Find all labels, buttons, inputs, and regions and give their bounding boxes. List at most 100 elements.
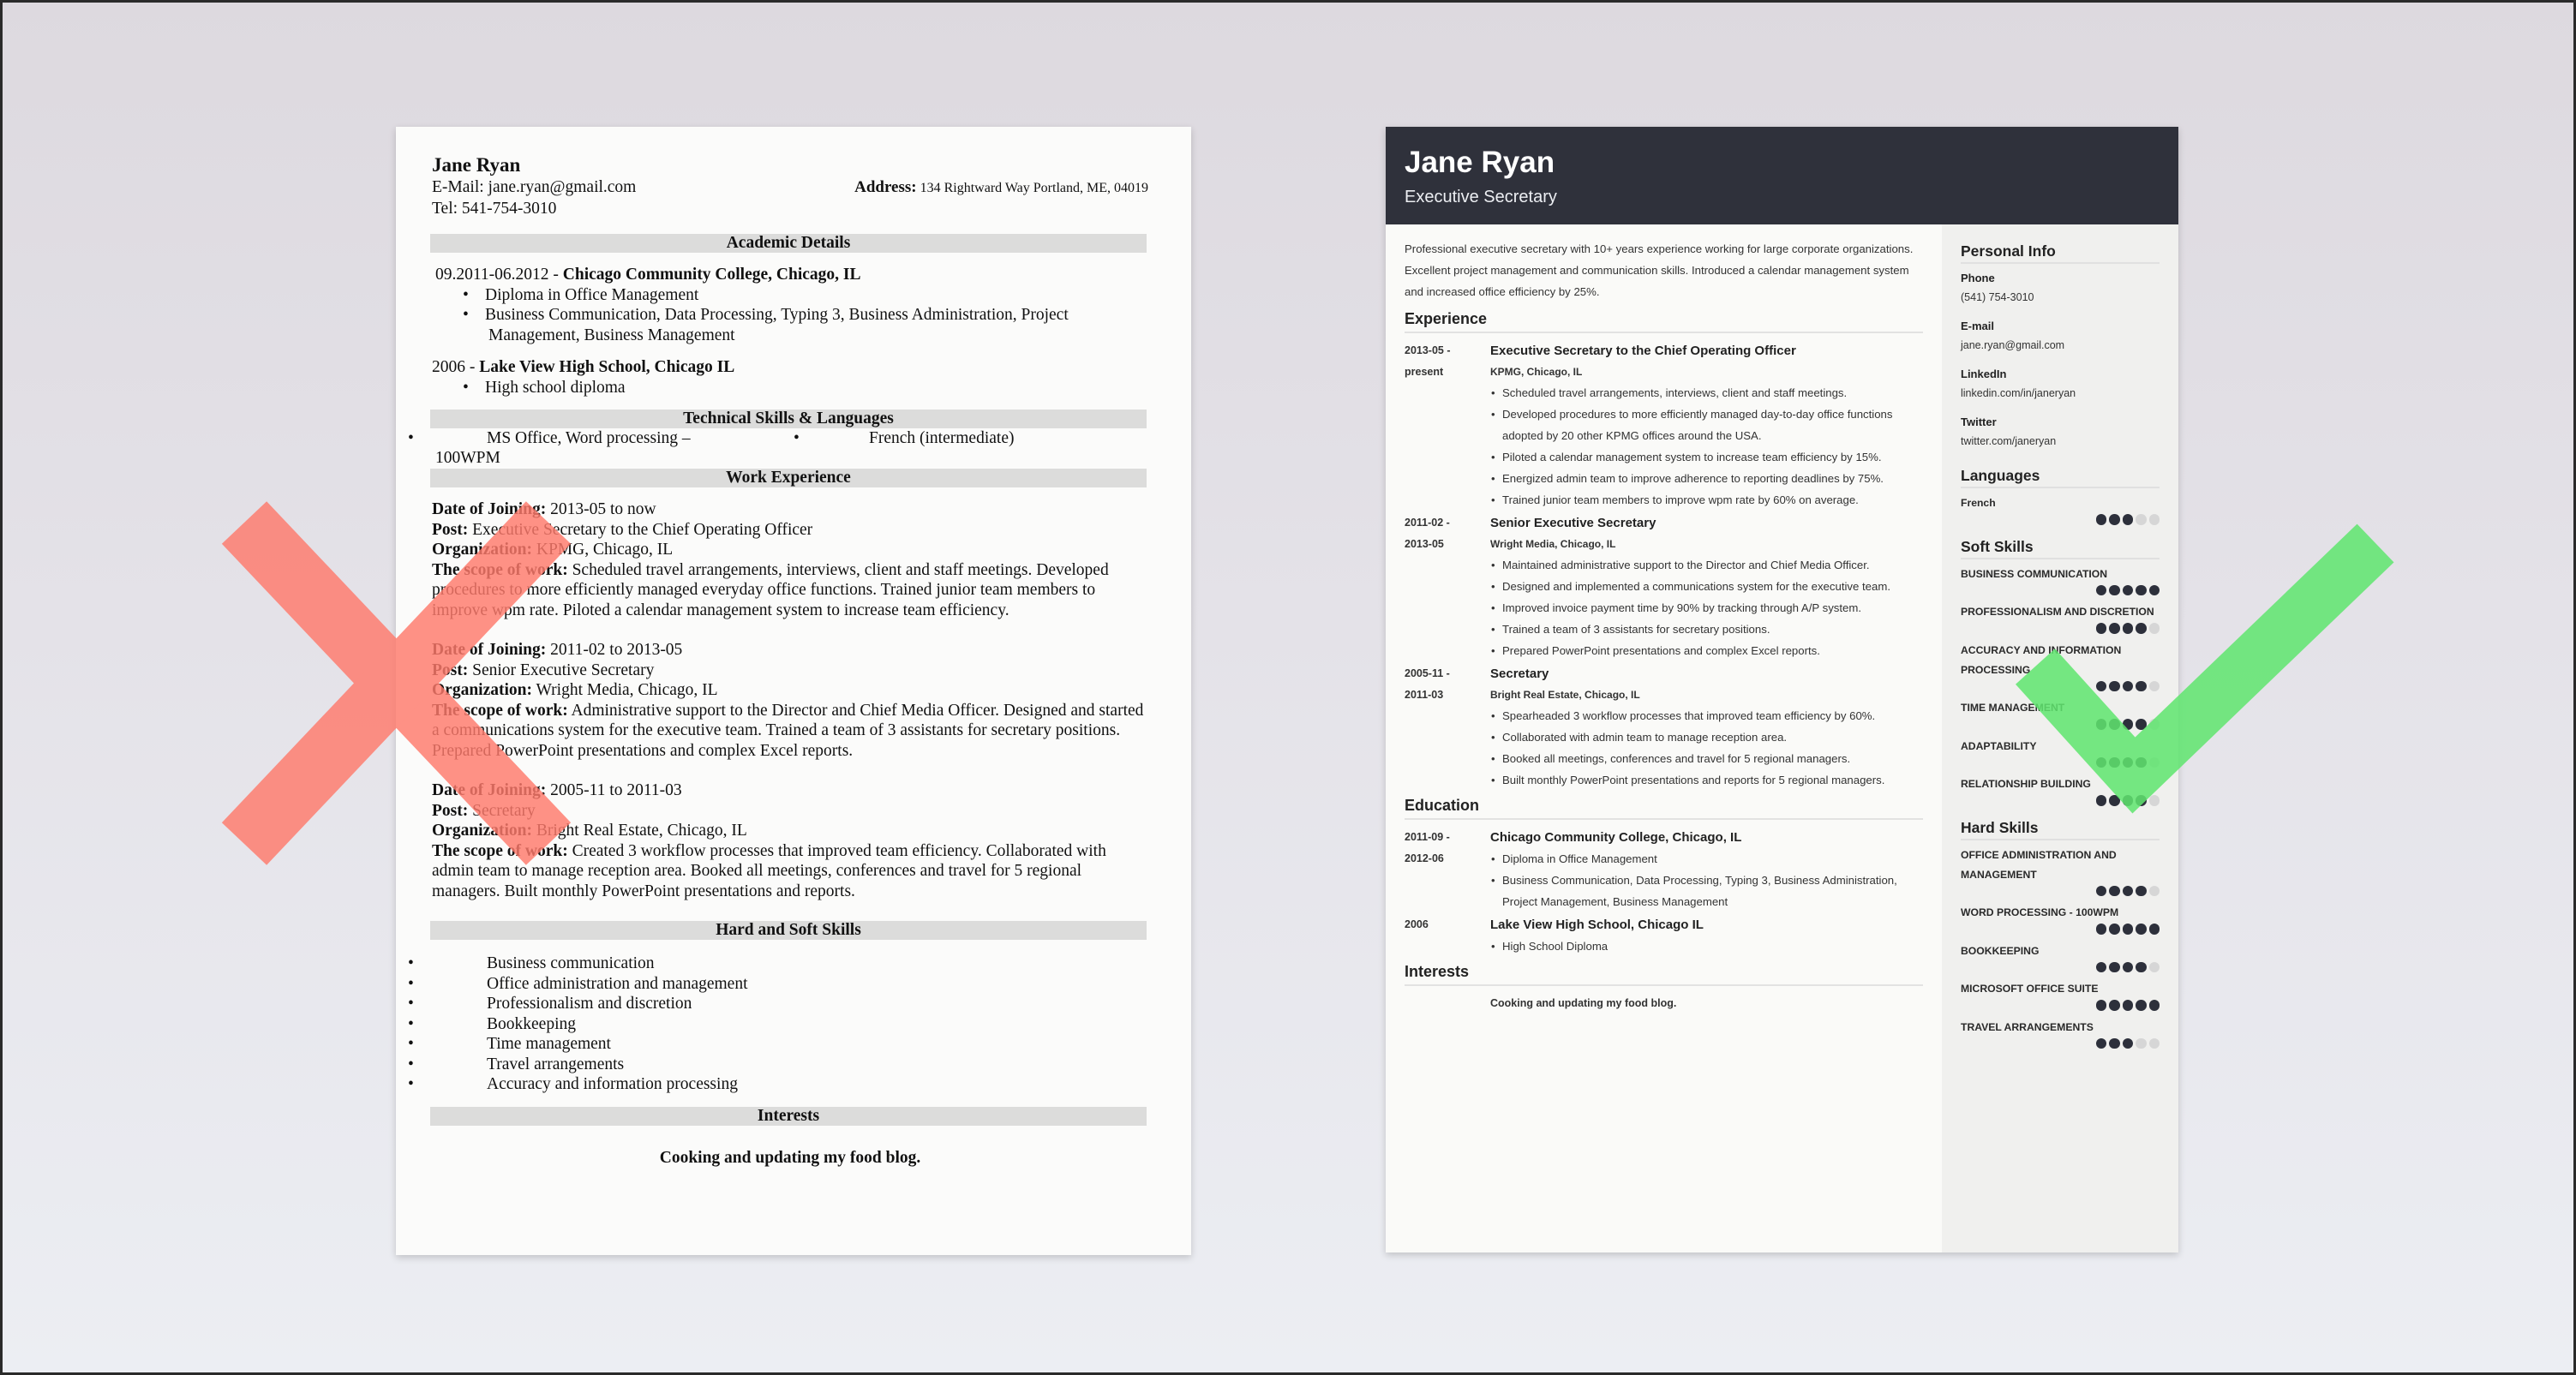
rating-dot-filled bbox=[2122, 885, 2133, 896]
bullet-list: Spearheaded 3 workflow processes that im… bbox=[1490, 705, 1923, 791]
rating-dot-filled bbox=[2148, 924, 2160, 935]
bullet-item: Built monthly PowerPoint presentations a… bbox=[1491, 769, 1923, 791]
company-name: Bright Real Estate, Chicago, IL bbox=[1490, 689, 1640, 701]
skill-item: Accuracy and information processing bbox=[408, 1074, 1148, 1095]
rating-dot-filled bbox=[2136, 795, 2147, 806]
rating-dot-filled bbox=[2095, 584, 2106, 595]
resume-name: Jane Ryan bbox=[432, 154, 521, 176]
bullet-item: Trained a team of 3 assistants for secre… bbox=[1491, 619, 1923, 640]
skill-name: Professionalism and Discretion bbox=[1961, 606, 2154, 618]
work-post-label: Post: bbox=[432, 661, 469, 679]
education-list: 2011-09 - 2012-06 Chicago Community Colleg… bbox=[1405, 827, 1923, 957]
bullet-item: High School Diploma bbox=[1491, 936, 1923, 957]
work-org-label: Organization: bbox=[432, 681, 532, 699]
skill-name: Office Administration and Management bbox=[1961, 848, 2117, 881]
work-entry: Date of Joining: 2013-05 to now Post: Exe… bbox=[432, 499, 1148, 620]
skill-item: Bookkeeping bbox=[408, 1014, 1148, 1035]
rating-dot-filled bbox=[2109, 961, 2120, 972]
section-bar-academic: Academic Details bbox=[430, 234, 1147, 253]
section-heading-soft-skills: Soft Skills bbox=[1961, 532, 2160, 559]
bad-resume-page: Jane Ryan E-Mail: jane.ryan@gmail.com Ad… bbox=[396, 127, 1191, 1255]
resume-header: Jane Ryan Executive Secretary bbox=[1386, 127, 2178, 224]
skills-list: Business communicationOffice administrat… bbox=[408, 954, 1148, 1095]
job-title: Secretary bbox=[1490, 667, 1549, 681]
skill-name: Adaptability bbox=[1961, 739, 2037, 752]
section-heading-languages: Languages bbox=[1961, 461, 2160, 488]
bullet-item: Diploma in Office Management bbox=[1491, 848, 1923, 870]
bullet: • bbox=[408, 429, 414, 447]
work-scope-label: The scope of work: bbox=[432, 701, 568, 720]
education-item: Business Communication, Data Processing,… bbox=[463, 305, 1148, 345]
bullet-list: High School Diploma bbox=[1490, 936, 1923, 957]
section-bar-skills: Hard and Soft Skills bbox=[430, 921, 1147, 940]
rating-dot-filled bbox=[2095, 961, 2106, 972]
date-end: 2013-05 bbox=[1405, 538, 1444, 550]
rating-dot-empty bbox=[2148, 680, 2160, 691]
education-entry: 09.2011-06.2012 - Chicago Community Coll… bbox=[432, 265, 1148, 345]
section-heading-personal-info: Personal Info bbox=[1961, 236, 2160, 264]
rating-dot-filled bbox=[2136, 584, 2147, 595]
rating-dot-empty bbox=[2148, 795, 2160, 806]
date-end: 2012-06 bbox=[1405, 852, 1444, 864]
rating-dot-filled bbox=[2095, 719, 2106, 730]
work-date-label: Date of Joining: bbox=[432, 641, 547, 659]
rating-dot-filled bbox=[2095, 756, 2106, 768]
info-value-phone: (541) 754-3010 bbox=[1961, 291, 2034, 303]
education-entry: 2011-09 - 2012-06 Chicago Community Colleg… bbox=[1405, 827, 1923, 912]
work-scope-line: The scope of work: Administrative suppor… bbox=[432, 701, 1148, 762]
language-skill: French (intermediate) bbox=[869, 429, 1015, 447]
education-item: High school diploma bbox=[463, 378, 1148, 398]
soft-skills-list: Business Communication Professionalism an… bbox=[1961, 565, 2160, 806]
hard-skills-list: Office Administration and Management Word… bbox=[1961, 846, 2160, 1049]
section-bar-interests: Interests bbox=[430, 1106, 1147, 1126]
rating-dot-filled bbox=[2095, 680, 2106, 691]
info-label-phone: Phone bbox=[1961, 272, 1995, 284]
skill-name: Word Processing - 100WPM bbox=[1961, 906, 2119, 918]
bullet-item: Improved invoice payment time by 90% by … bbox=[1491, 597, 1923, 619]
rating-dot-filled bbox=[2148, 584, 2160, 595]
work-date-value: 2013-05 to now bbox=[550, 500, 656, 518]
skill-name: Relationship Building bbox=[1961, 778, 2091, 790]
overlay-marks bbox=[221, 501, 2394, 865]
rating-dot-empty bbox=[2148, 756, 2160, 768]
company-name: Wright Media, Chicago, IL bbox=[1490, 538, 1616, 550]
entry-body: Chicago Community College, Chicago, IL Di… bbox=[1490, 827, 1923, 912]
entry-dates: 2013-05 - present bbox=[1405, 340, 1490, 511]
skill-name: Bookkeeping bbox=[1961, 944, 2040, 957]
rating-dot-filled bbox=[2095, 1000, 2106, 1011]
rating-dot-empty bbox=[2148, 961, 2160, 972]
rating-dot-empty bbox=[2148, 623, 2160, 634]
rating-dot-filled bbox=[2095, 1037, 2106, 1049]
date-start: 2011-09 - bbox=[1405, 831, 1450, 843]
entry-dates: 2006 bbox=[1405, 914, 1490, 957]
soft-skill-item: Relationship Building bbox=[1961, 774, 2160, 806]
date-start: 2005-11 - bbox=[1405, 667, 1450, 679]
address-line: Address: 134 Rightward Way Portland, ME,… bbox=[854, 177, 1148, 199]
school-name: Chicago Community College, Chicago, IL bbox=[1490, 830, 1742, 845]
sidebar: Personal Info Phone (541) 754-3010 E-mail j… bbox=[1942, 224, 2178, 1252]
skill-rating bbox=[1961, 795, 2160, 806]
rating-dot-filled bbox=[2095, 514, 2106, 525]
work-date-value: 2011-02 to 2013-05 bbox=[550, 641, 683, 659]
tel-value: 541-754-3010 bbox=[461, 199, 557, 218]
rating-dot-filled bbox=[2109, 680, 2120, 691]
date-end: 2011-03 bbox=[1405, 689, 1444, 701]
address-value: 134 Rightward Way Portland, ME, 04019 bbox=[920, 181, 1148, 195]
rating-dot-filled bbox=[2122, 924, 2133, 935]
info-value-email: jane.ryan@gmail.com bbox=[1961, 339, 2065, 351]
skill-name: Time Management bbox=[1961, 702, 2065, 714]
entry-body: Senior Executive Secretary Wright Media, … bbox=[1490, 512, 1923, 661]
work-org-value: KPMG, Chicago, IL bbox=[536, 541, 674, 559]
bullet-item: Trained junior team members to improve w… bbox=[1491, 489, 1923, 511]
rating-dot-filled bbox=[2136, 756, 2147, 768]
section-heading-interests: Interests bbox=[1405, 960, 1923, 986]
rating-dot-empty bbox=[2148, 885, 2160, 896]
hard-skill-item: Travel Arrangements bbox=[1961, 1018, 2160, 1049]
skill-name: Travel Arrangements bbox=[1961, 1020, 2094, 1033]
soft-skill-item: Accuracy and Information Processing bbox=[1961, 641, 2160, 691]
info-value-twitter: twitter.com/janeryan bbox=[1961, 435, 2057, 447]
work-date-line: Date of Joining: 2013-05 to now bbox=[432, 499, 1148, 520]
bullet-item: Piloted a calendar management system to … bbox=[1491, 446, 1923, 468]
skill-item: Office administration and management bbox=[408, 974, 1148, 995]
work-entry: Date of Joining: 2011-02 to 2013-05 Post:… bbox=[432, 640, 1148, 761]
